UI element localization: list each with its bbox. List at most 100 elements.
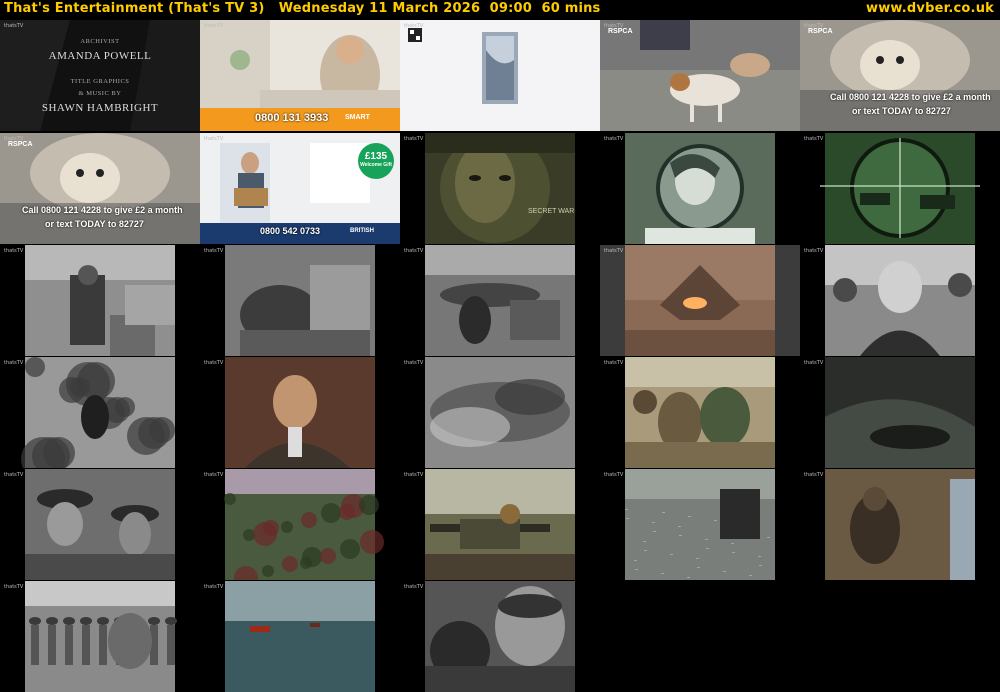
thumbnail-11[interactable]: thatsTV xyxy=(0,245,200,356)
channel-watermark: thatsTV xyxy=(404,360,424,366)
thumbnail-image xyxy=(800,245,1000,356)
thumbnail-5[interactable]: thatsTV RSPCA Call 0800 121 4228 to give £… xyxy=(800,20,1000,131)
channel-watermark: thatsTV xyxy=(204,136,224,142)
channel-watermark: thatsTV xyxy=(404,23,424,29)
channel-watermark: thatsTV xyxy=(804,248,824,254)
thumbnail-13[interactable]: thatsTV xyxy=(400,245,600,356)
channel-watermark: thatsTV xyxy=(4,360,24,366)
channel-watermark: thatsTV xyxy=(804,136,824,142)
channel-watermark: thatsTV xyxy=(804,472,824,478)
thumbnail-10[interactable]: thatsTV xyxy=(800,133,1000,244)
thumbnail-image xyxy=(800,357,1000,468)
documentary-title: SECRET WAR xyxy=(528,208,575,215)
thumbnail-image xyxy=(400,20,600,131)
thumbnail-28[interactable]: thatsTV xyxy=(400,581,600,692)
thumbnail-18[interactable]: thatsTV xyxy=(400,357,600,468)
thumbnail-image xyxy=(0,581,200,692)
channel-watermark: thatsTV xyxy=(604,472,624,478)
advert-brand: SMART xyxy=(345,114,370,121)
credit-role: TITLE GRAPHICS xyxy=(70,78,130,85)
thumbnail-21[interactable]: thatsTV xyxy=(0,469,200,580)
thumbnail-14[interactable]: thatsTV xyxy=(600,245,800,356)
thumbnail-25[interactable]: thatsTV xyxy=(800,469,1000,580)
channel-watermark: thatsTV xyxy=(604,248,624,254)
thumbnail-3[interactable]: thatsTV xyxy=(400,20,600,131)
channel-watermark: thatsTV xyxy=(204,584,224,590)
channel-watermark: thatsTV xyxy=(4,248,24,254)
channel-watermark: thatsTV xyxy=(404,136,424,142)
thumbnail-image xyxy=(0,245,200,356)
thumbnail-6[interactable]: thatsTV RSPCA Call 0800 121 4228 to give £… xyxy=(0,133,200,244)
thumbnail-1[interactable]: thatsTV ARCHIVIST AMANDA POWELL TITLE GRAPH… xyxy=(0,20,200,131)
programme-title: That's Entertainment (That's TV 3) Wedne… xyxy=(4,1,601,16)
channel-watermark: thatsTV xyxy=(4,23,24,29)
advert-phone: 0800 542 0733 xyxy=(260,226,321,236)
thumbnail-image xyxy=(800,469,1000,580)
thumbnail-image xyxy=(0,20,200,131)
thumbnail-4[interactable]: thatsTV RSPCA xyxy=(600,20,800,131)
thumbnail-image xyxy=(0,357,200,468)
channel-watermark: thatsTV xyxy=(404,248,424,254)
rspca-call-line2: or text TODAY to 82727 xyxy=(45,219,144,229)
rspca-logo: RSPCA xyxy=(608,28,633,35)
thumbnail-23[interactable]: thatsTV xyxy=(400,469,600,580)
credit-name: AMANDA POWELL xyxy=(48,50,152,62)
channel-watermark: thatsTV xyxy=(804,360,824,366)
thumbnail-image xyxy=(0,469,200,580)
thumbnail-image xyxy=(200,581,400,692)
thumbnail-image xyxy=(600,245,800,356)
thumbnail-20[interactable]: thatsTV xyxy=(800,357,1000,468)
channel-watermark: thatsTV xyxy=(204,23,224,29)
thumbnail-image xyxy=(200,245,400,356)
thumbnail-8[interactable]: thatsTV SECRET WAR xyxy=(400,133,600,244)
thumbnail-image xyxy=(400,469,600,580)
thumbnail-image xyxy=(200,469,400,580)
channel-watermark: thatsTV xyxy=(4,472,24,478)
thumbnail-image xyxy=(800,133,1000,244)
thumbnail-12[interactable]: thatsTV xyxy=(200,245,400,356)
thumbnail-24[interactable]: thatsTV xyxy=(600,469,800,580)
rspca-logo: RSPCA xyxy=(8,141,33,148)
welcome-gift-badge: £135 Welcome Gift xyxy=(358,143,394,179)
channel-watermark: thatsTV xyxy=(204,360,224,366)
thumbnail-image xyxy=(600,357,800,468)
channel-watermark: thatsTV xyxy=(204,472,224,478)
thumbnail-image xyxy=(600,469,800,580)
thumbnail-2[interactable]: thatsTV 0800 131 3933 SMART xyxy=(200,20,400,131)
header-bar: That's Entertainment (That's TV 3) Wedne… xyxy=(0,0,1000,20)
thumbnail-image xyxy=(400,133,600,244)
thumbnail-7[interactable]: thatsTV £135 Welcome Gift 0800 542 0733 BRIT… xyxy=(200,133,400,244)
thumbnail-26[interactable]: thatsTV xyxy=(0,581,200,692)
channel-watermark: thatsTV xyxy=(604,136,624,142)
thumbnail-22[interactable]: thatsTV xyxy=(200,469,400,580)
channel-watermark: thatsTV xyxy=(4,584,24,590)
advert-brand: BRITISH xyxy=(350,228,374,234)
channel-watermark: thatsTV xyxy=(604,360,624,366)
rspca-call-line1: Call 0800 121 4228 to give £2 a month xyxy=(830,92,991,102)
rspca-logo: RSPCA xyxy=(808,28,833,35)
gift-amount: £135 xyxy=(364,151,388,162)
gift-label: Welcome Gift xyxy=(360,162,392,168)
thumbnail-image xyxy=(400,581,600,692)
channel-watermark: thatsTV xyxy=(404,472,424,478)
thumbnail-15[interactable]: thatsTV xyxy=(800,245,1000,356)
credit-name: SHAWN HAMBRIGHT xyxy=(41,102,159,114)
credit-role: ARCHIVIST xyxy=(80,38,120,45)
rspca-call-line2: or text TODAY to 82727 xyxy=(852,106,951,116)
credit-role: & MUSIC BY xyxy=(78,90,122,97)
thumbnail-19[interactable]: thatsTV xyxy=(600,357,800,468)
thumbnail-16[interactable]: thatsTV xyxy=(0,357,200,468)
thumbnail-image xyxy=(400,245,600,356)
thumbnail-17[interactable]: thatsTV xyxy=(200,357,400,468)
channel-watermark: thatsTV xyxy=(204,248,224,254)
thumbnail-image xyxy=(600,20,800,131)
advert-phone: 0800 131 3933 xyxy=(255,112,329,124)
channel-watermark: thatsTV xyxy=(404,584,424,590)
thumbnail-9[interactable]: thatsTV xyxy=(600,133,800,244)
thumbnail-27[interactable]: thatsTV xyxy=(200,581,400,692)
rspca-call-line1: Call 0800 121 4228 to give £2 a month xyxy=(22,205,183,215)
thumbnail-image xyxy=(600,133,800,244)
thumbnail-image xyxy=(400,357,600,468)
site-link[interactable]: www.dvber.co.uk xyxy=(866,1,994,16)
thumbnail-image xyxy=(200,357,400,468)
